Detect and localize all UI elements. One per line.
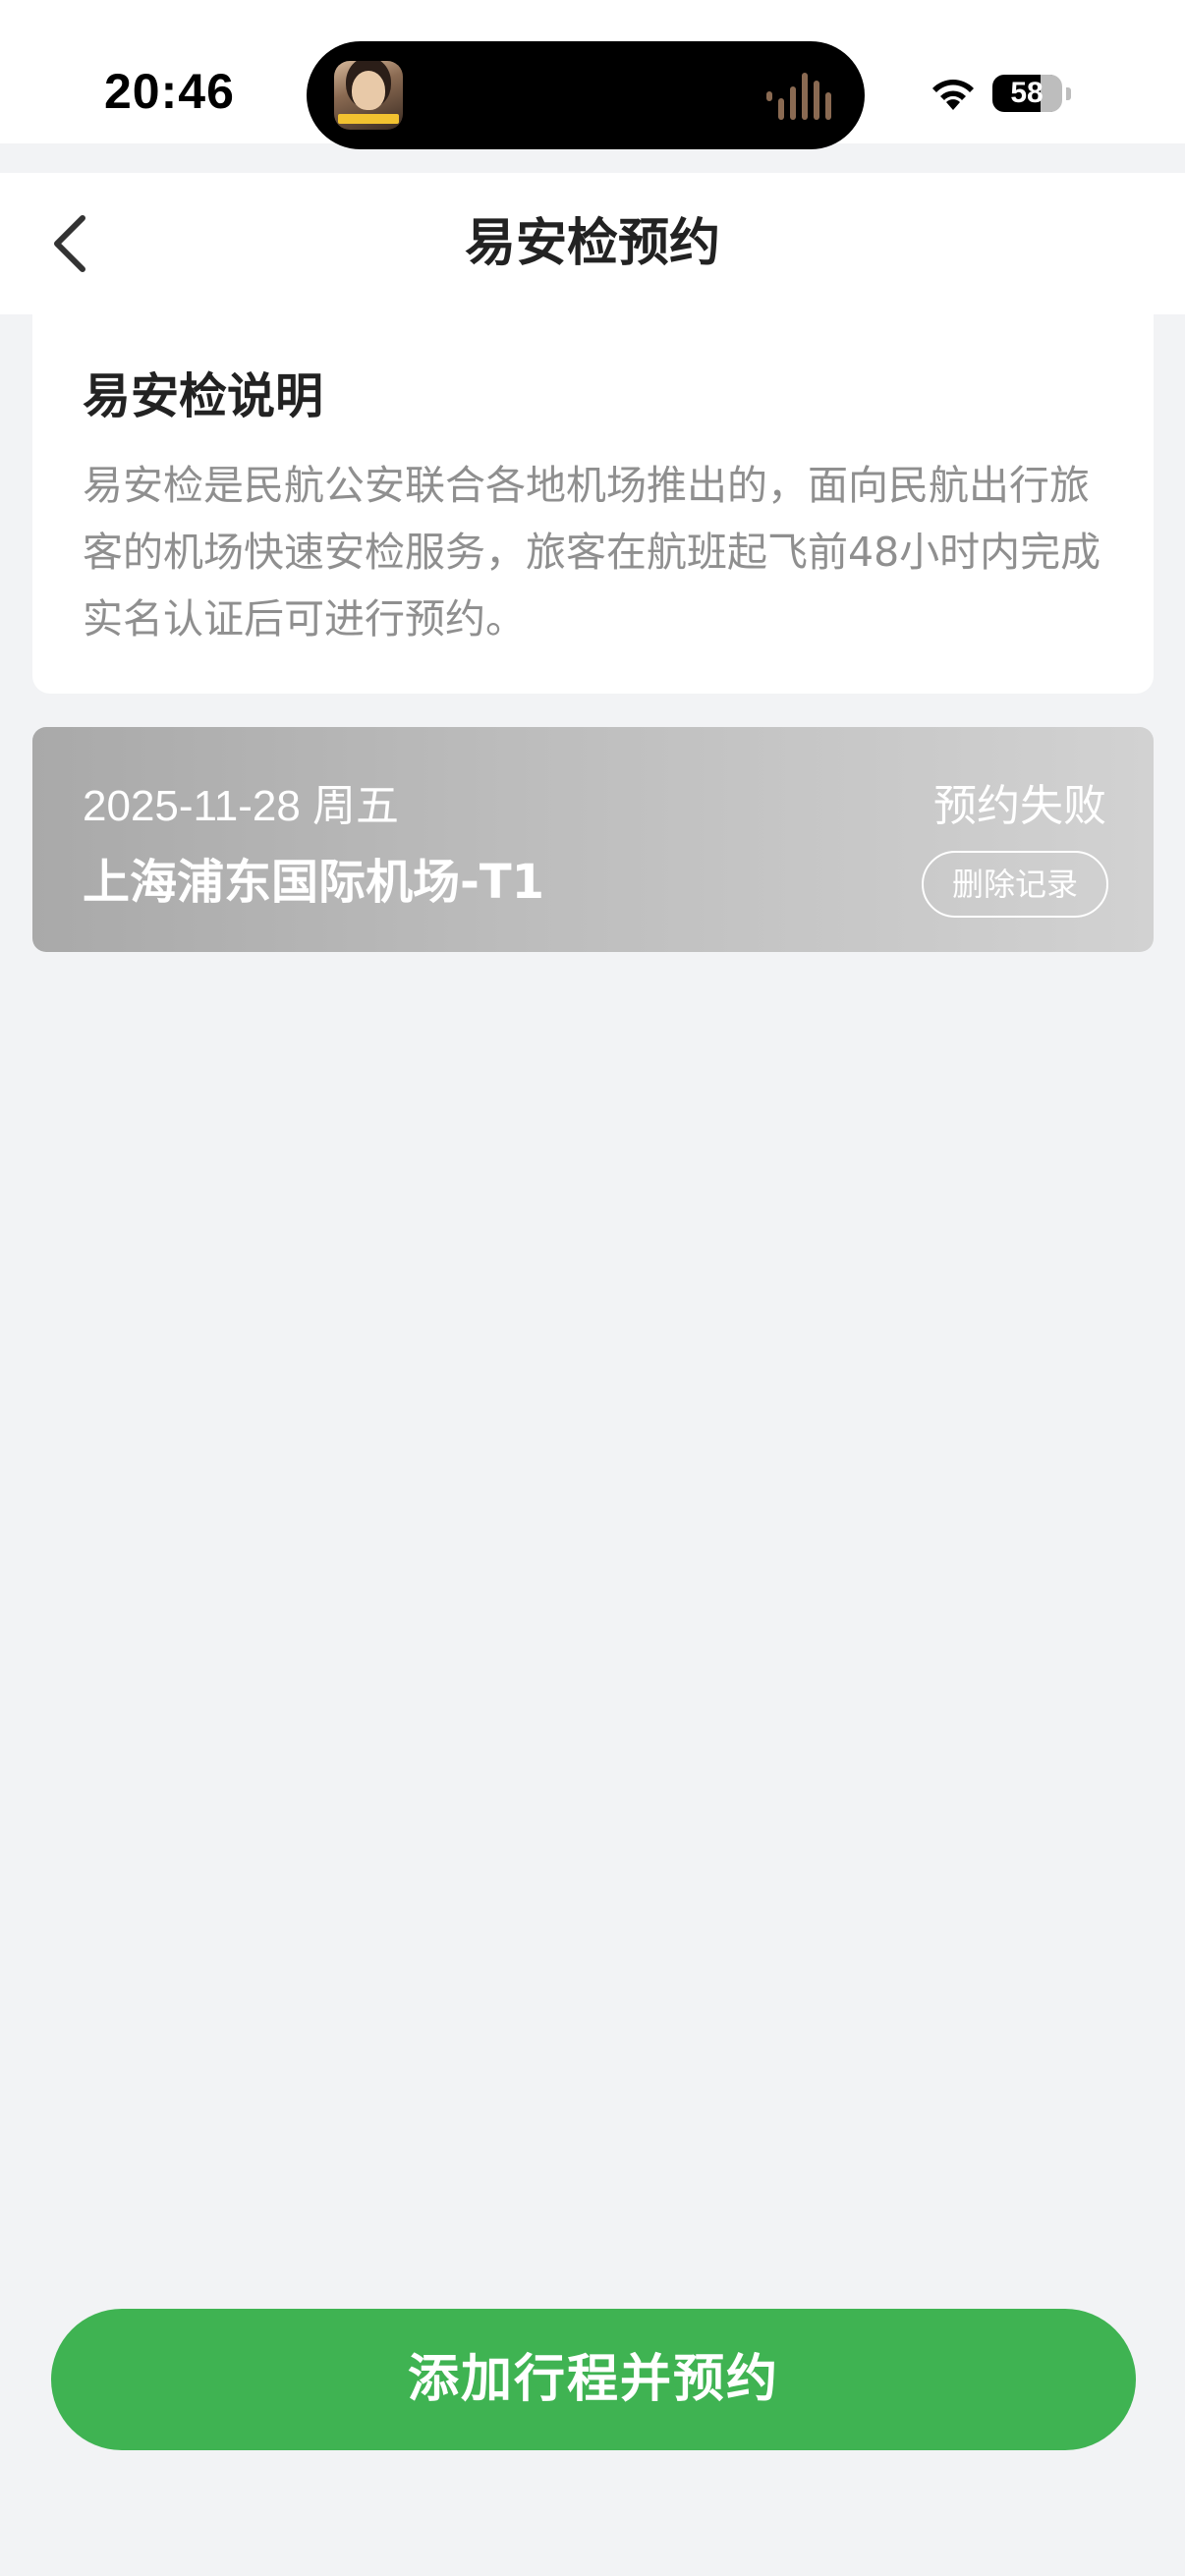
battery-level: 58 [1010,77,1044,109]
delete-record-button[interactable]: 删除记录 [922,851,1108,918]
info-card: 易安检说明 易安检是民航公安联合各地机场推出的，面向民航出行旅客的机场快速安检服… [32,314,1154,694]
reservation-record-card[interactable]: 2025-11-28 周五 上海浦东国际机场-T1 预约失败 删除记录 [32,727,1154,952]
chevron-left-icon [54,215,85,272]
record-status-badge: 预约失败 [933,781,1106,831]
navigation-bar: 易安检预约 [0,173,1185,314]
status-time: 20:46 [104,64,235,119]
add-trip-and-reserve-button[interactable]: 添加行程并预约 [51,2309,1136,2450]
battery-icon: 58 [992,75,1071,112]
now-playing-artwork-icon [334,61,403,130]
back-button[interactable] [29,202,112,285]
record-airport: 上海浦东国际机场-T1 [83,855,545,910]
record-date: 2025-11-28 周五 [83,782,400,830]
status-bar: 20:46 58 [0,0,1185,149]
info-card-title: 易安检说明 [83,368,324,424]
dynamic-island[interactable] [307,41,865,149]
info-card-description: 易安检是民航公安联合各地机场推出的，面向民航出行旅客的机场快速安检服务，旅客在航… [83,462,1101,643]
audio-waveform-icon [766,73,835,120]
page-title: 易安检预约 [464,214,720,273]
wifi-icon [932,80,974,110]
